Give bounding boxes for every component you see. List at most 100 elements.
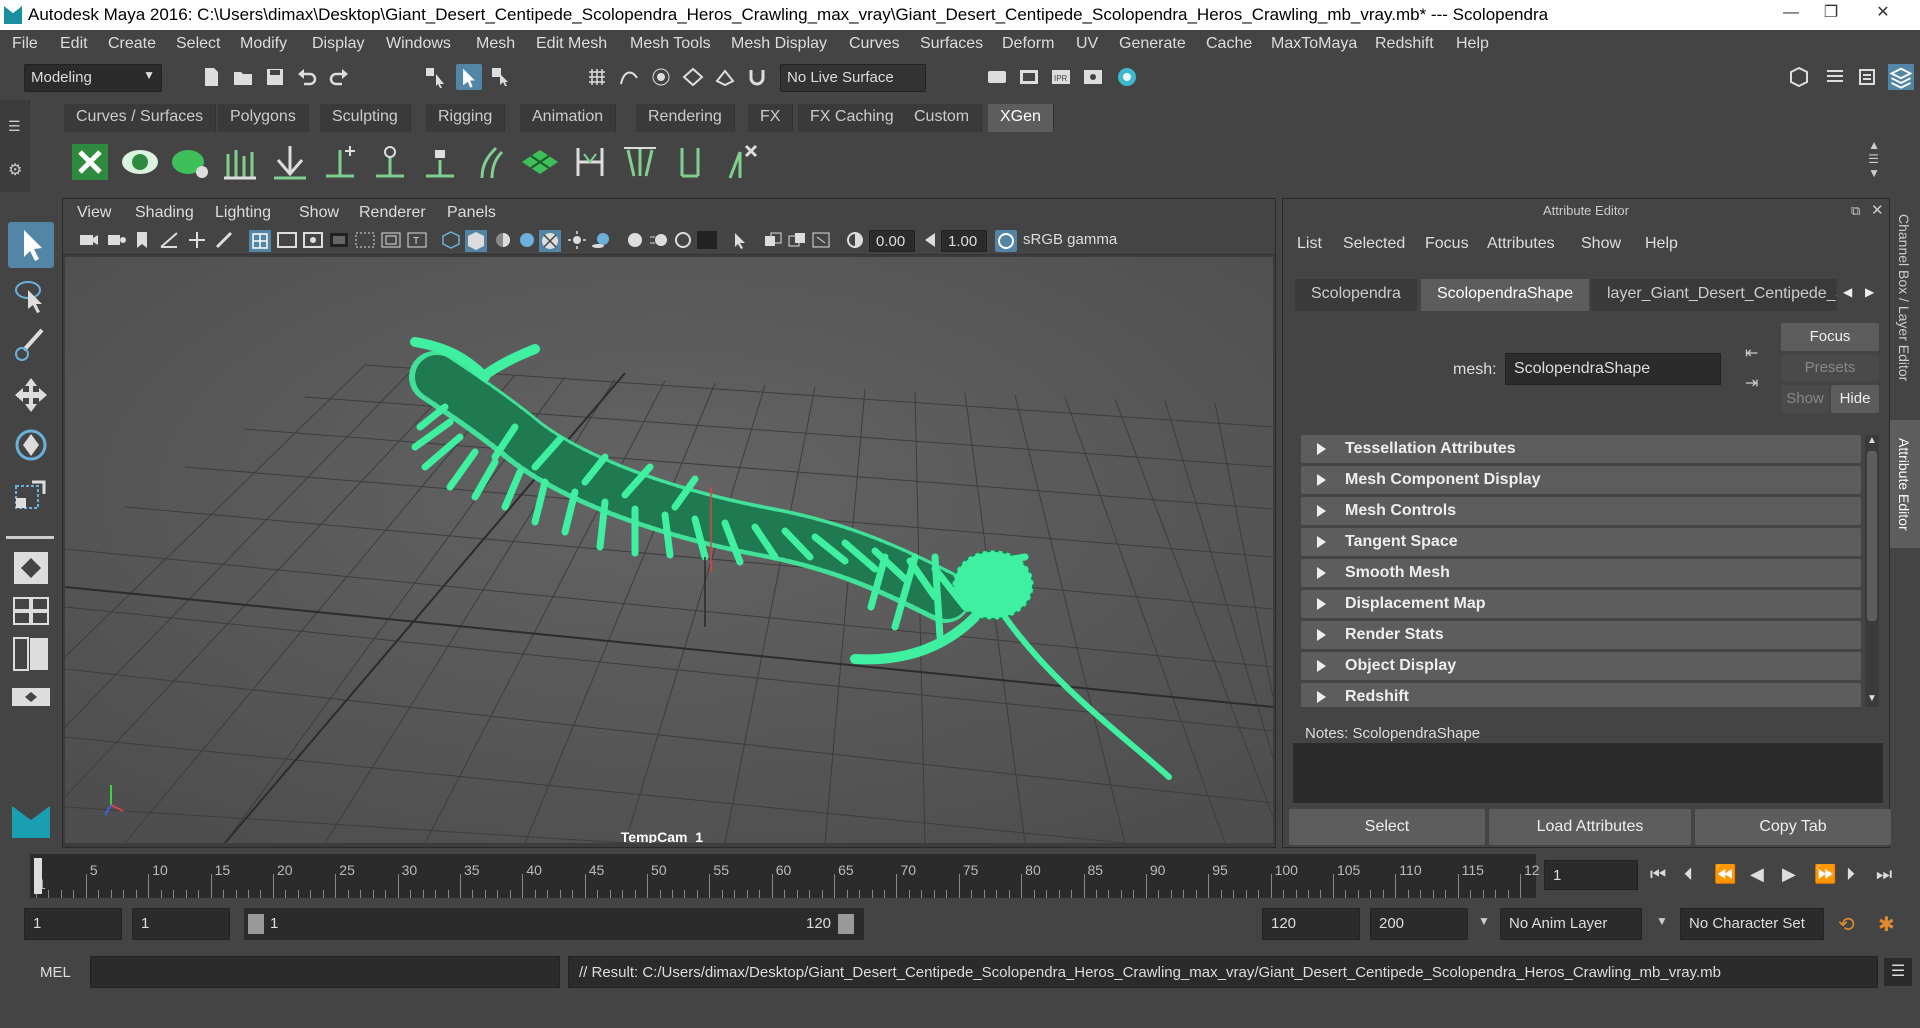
tab-scroll-left-icon[interactable]: ◀ [1843, 285, 1852, 299]
side-tab-channel-box[interactable]: Channel Box / Layer Editor [1896, 214, 1912, 381]
menu-cache[interactable]: Cache [1206, 35, 1252, 53]
bookmark-icon[interactable] [135, 231, 149, 249]
play-backward-icon[interactable]: ◀ [1750, 864, 1764, 885]
gate-mask-icon[interactable] [329, 231, 349, 249]
delete-guide-icon[interactable] [718, 140, 762, 184]
motion-blur-icon[interactable] [649, 231, 669, 249]
minimize-button[interactable]: — [1772, 2, 1810, 24]
menu-edit[interactable]: Edit [60, 35, 88, 53]
resolution-gate-icon[interactable] [303, 231, 323, 249]
perspective-viewport[interactable]: _TempCam_1 [65, 257, 1273, 843]
close-panel-icon[interactable]: ✕ [1871, 201, 1884, 219]
float-panel-icon[interactable]: ⧉ [1851, 203, 1860, 219]
lock-guide-icon[interactable] [418, 140, 462, 184]
menu-edit-mesh[interactable]: Edit Mesh [536, 35, 607, 53]
maya-mental-icon[interactable] [8, 798, 54, 842]
view-transform-label[interactable]: sRGB gamma [1023, 231, 1117, 248]
menu-create[interactable]: Create [108, 35, 156, 53]
shelf-settings-icon[interactable]: ⚙ [8, 160, 22, 180]
restore-button[interactable]: ❐ [1812, 2, 1850, 24]
section-render-stats[interactable]: Render Stats [1301, 621, 1861, 649]
command-input[interactable] [90, 956, 560, 988]
save-scene-icon[interactable] [264, 66, 286, 88]
xray-components-icon[interactable] [787, 231, 807, 249]
render-frame-icon[interactable] [1018, 66, 1040, 88]
camera-icon[interactable] [79, 231, 99, 249]
snap-view-icon[interactable] [682, 66, 704, 88]
camera-attributes-icon[interactable] [107, 231, 127, 249]
playback-end-field[interactable]: 120 [1262, 908, 1360, 940]
default-material-icon[interactable] [493, 231, 513, 249]
guide-curves-icon[interactable] [468, 140, 512, 184]
shelf-tab-animation[interactable]: Animation [520, 104, 617, 132]
wireframe-on-shaded-icon[interactable] [517, 231, 537, 249]
redo-icon[interactable] [328, 66, 350, 88]
xgen-preview-icon[interactable] [118, 140, 162, 184]
groom-guide-icon[interactable] [618, 140, 662, 184]
viewport-menu-lighting[interactable]: Lighting [215, 204, 271, 222]
section-mesh-component-display[interactable]: Mesh Component Display [1301, 466, 1861, 494]
menu-help[interactable]: Help [1456, 35, 1489, 53]
copy-tab-button[interactable]: Copy Tab [1695, 809, 1891, 845]
gamma-icon[interactable] [923, 231, 937, 249]
snap-surface-icon[interactable] [714, 66, 736, 88]
menu-select[interactable]: Select [176, 35, 220, 53]
xgen-description-icon[interactable] [168, 140, 212, 184]
construction-history-icon[interactable] [986, 66, 1008, 88]
open-scene-icon[interactable] [232, 66, 254, 88]
ae-tab-scolopendra[interactable]: Scolopendra [1295, 279, 1417, 311]
tab-scroll-right-icon[interactable]: ▶ [1865, 285, 1874, 299]
shelf-scroll-icon[interactable]: ▲ ☰ ▼ [1868, 138, 1880, 180]
viewport-menu-shading[interactable]: Shading [135, 204, 194, 222]
section-object-display[interactable]: Object Display [1301, 652, 1861, 680]
density-map-icon[interactable] [518, 140, 562, 184]
notes-field[interactable] [1293, 743, 1883, 803]
shelf-tab-sculpting[interactable]: Sculpting [320, 104, 411, 132]
shelf-tab-rigging[interactable]: Rigging [426, 104, 506, 132]
section-redshift[interactable]: Redshift [1301, 683, 1861, 707]
step-forward-key-icon[interactable]: ⏩ [1814, 864, 1836, 885]
viewport-menu-show[interactable]: Show [299, 204, 339, 222]
hide-button[interactable]: Hide [1831, 385, 1879, 413]
depth-of-field-icon[interactable] [697, 231, 717, 249]
isolate-select-icon[interactable] [731, 231, 751, 249]
graph-layout-icon[interactable] [8, 682, 54, 712]
guide-length-icon[interactable] [668, 140, 712, 184]
section-displacement-map[interactable]: Displacement Map [1301, 590, 1861, 618]
xray-icon[interactable] [539, 230, 561, 252]
tool-settings-icon[interactable] [1856, 66, 1878, 88]
script-language-toggle[interactable]: MEL [40, 964, 71, 981]
chevron-down-icon[interactable]: ▼ [1656, 914, 1668, 928]
select-object-icon[interactable] [456, 64, 482, 90]
range-slider[interactable]: 1 120 [244, 908, 864, 940]
shelf-menu-icon[interactable]: ☰ [8, 118, 21, 135]
scrollbar-thumb[interactable] [1867, 451, 1877, 621]
ae-tab-layer[interactable]: layer_Giant_Desert_Centipede_S [1591, 279, 1837, 311]
sculpt-guide-icon[interactable] [568, 140, 612, 184]
viewport-menu-panels[interactable]: Panels [447, 204, 496, 222]
current-time-indicator[interactable] [34, 858, 42, 894]
image-plane-icon[interactable] [159, 231, 179, 249]
shelf-tab-polygons[interactable]: Polygons [218, 104, 309, 132]
scroll-down-icon[interactable]: ▼ [1867, 693, 1877, 704]
step-forward-frame-icon[interactable]: ⏵ [1846, 864, 1855, 885]
magnet-icon[interactable] [746, 66, 768, 88]
menu-mesh-display[interactable]: Mesh Display [731, 35, 827, 53]
menu-maxtomaya[interactable]: MaxToMaya [1271, 35, 1357, 53]
menu-mesh[interactable]: Mesh [476, 35, 515, 53]
menu-surfaces[interactable]: Surfaces [920, 35, 983, 53]
sections-scrollbar[interactable]: ▲ ▼ [1865, 435, 1879, 707]
range-end-handle[interactable] [838, 914, 854, 934]
live-surface-field[interactable]: No Live Surface [780, 64, 926, 92]
focus-button[interactable]: Focus [1781, 323, 1879, 351]
paint-select-tool-icon[interactable] [8, 322, 54, 368]
smooth-shade-icon[interactable] [465, 230, 487, 252]
new-scene-icon[interactable] [200, 66, 222, 88]
current-frame-field[interactable]: 1 [1544, 860, 1638, 890]
single-perspective-layout-icon[interactable] [8, 548, 54, 588]
playback-start-field[interactable]: 1 [132, 908, 230, 940]
color-management-icon[interactable] [995, 230, 1017, 252]
exposure-icon[interactable] [845, 231, 865, 249]
section-mesh-controls[interactable]: Mesh Controls [1301, 497, 1861, 525]
ae-tab-scolopendrashape[interactable]: ScolopendraShape [1421, 279, 1590, 311]
